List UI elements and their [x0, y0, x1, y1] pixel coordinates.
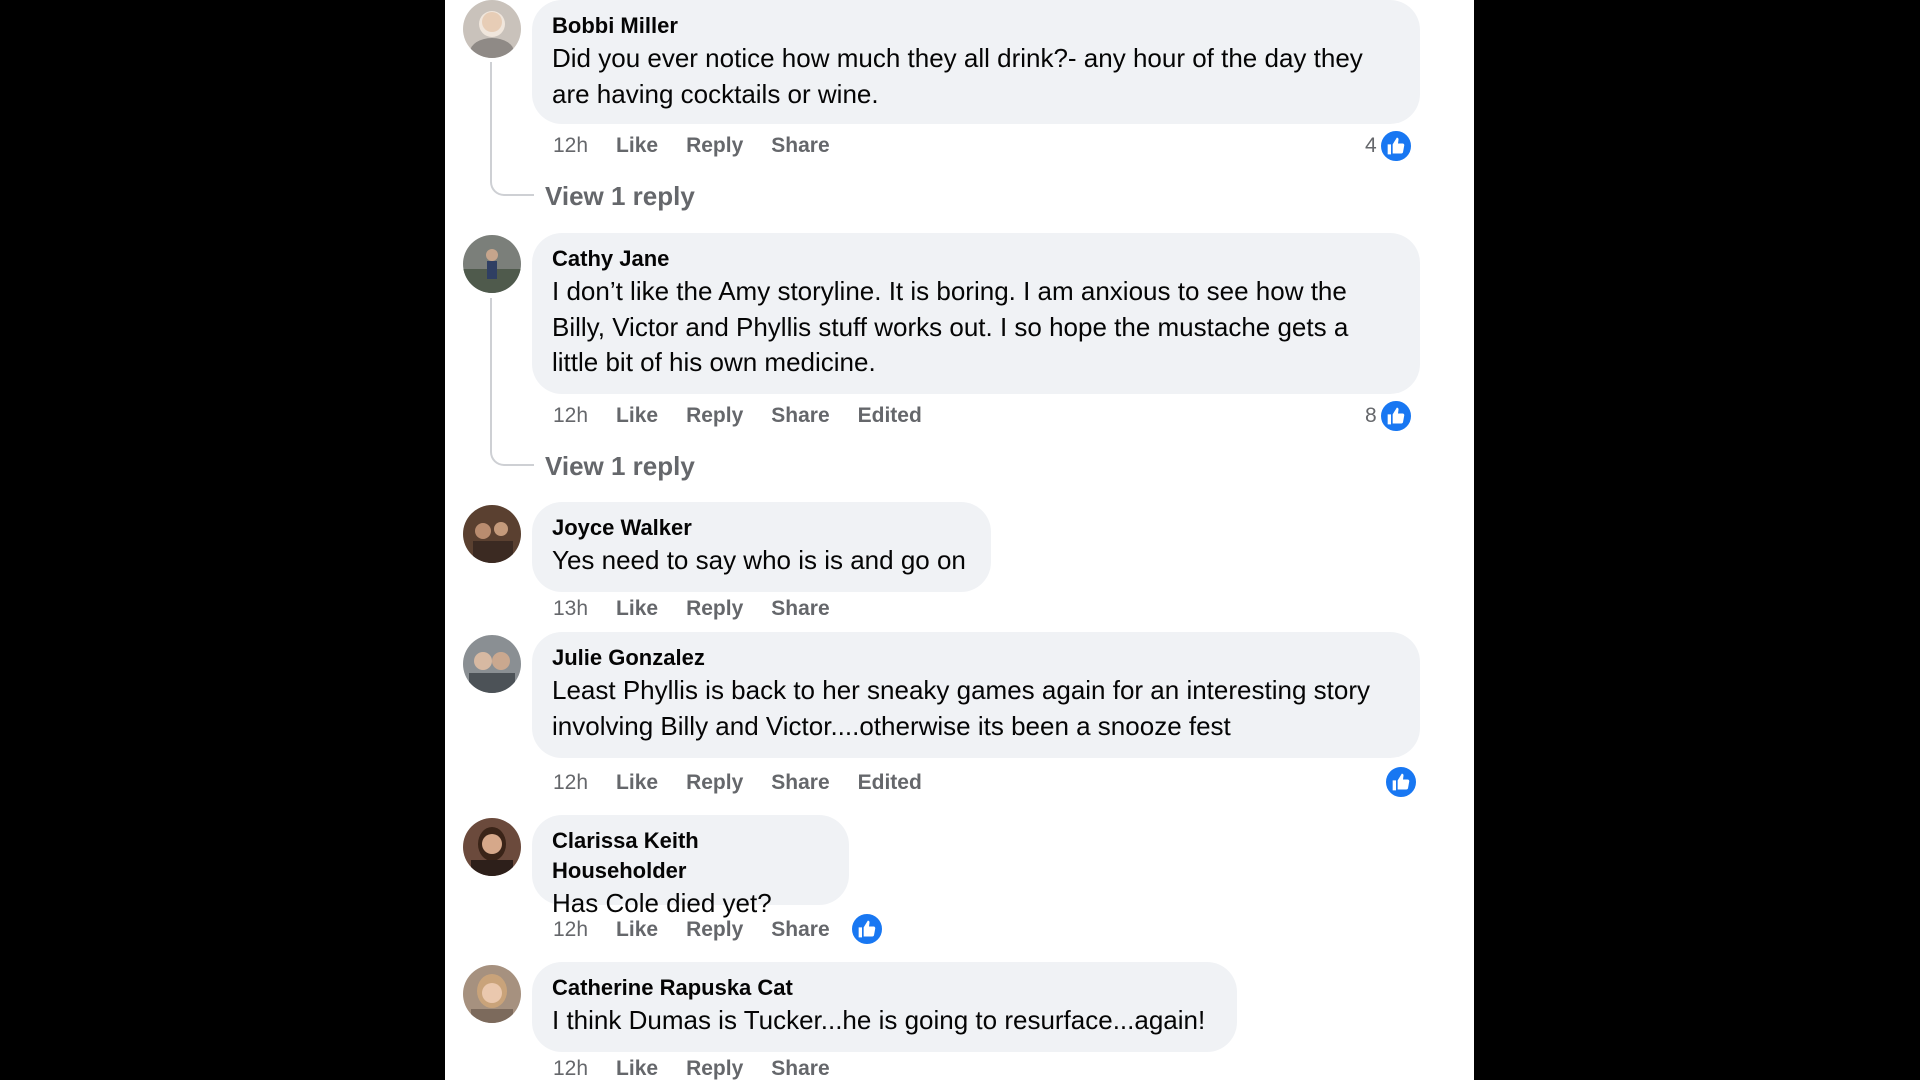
comment-timestamp[interactable]: 13h [553, 597, 588, 621]
reaction-summary[interactable] [1384, 765, 1418, 799]
share-button[interactable]: Share [771, 597, 829, 621]
comment-text: Did you ever notice how much they all dr… [552, 43, 1363, 109]
avatar[interactable] [463, 818, 521, 876]
comment-actions: 12h Like Reply Share [553, 131, 858, 161]
thumbs-up-icon [850, 912, 884, 946]
thread-connector [490, 178, 534, 196]
thread-line [490, 62, 492, 180]
comment-bubble: Clarissa Keith Householder Has Cole died… [532, 815, 849, 918]
comment-text: Least Phyllis is back to her sneaky game… [552, 675, 1370, 741]
thumbs-up-icon [1378, 129, 1413, 163]
comment-timestamp[interactable]: 12h [553, 918, 588, 942]
reaction-count: 8 [1365, 404, 1377, 427]
comment-bubble: Joyce Walker Yes need to say who is is a… [532, 502, 991, 592]
comment-bubble: Bobbi Miller Did you ever notice how muc… [532, 0, 1420, 124]
comment-author[interactable]: Joyce Walker [552, 513, 692, 543]
share-button[interactable]: Share [771, 918, 829, 942]
avatar[interactable] [463, 235, 521, 293]
like-button[interactable]: Like [616, 597, 658, 621]
reaction-summary[interactable] [850, 912, 884, 946]
edited-label: Edited [857, 404, 922, 427]
comment-timestamp[interactable]: 12h [553, 771, 588, 795]
comment-timestamp[interactable]: 12h [553, 404, 588, 428]
like-button[interactable]: Like [616, 918, 658, 942]
comment-bubble: Catherine Rapuska Cat I think Dumas is T… [532, 962, 1237, 1052]
comment-author[interactable]: Julie Gonzalez [552, 643, 705, 673]
view-replies-link[interactable]: View 1 reply [545, 181, 695, 211]
avatar[interactable] [463, 635, 521, 693]
comment-actions: 12h Like Reply Share Edited [553, 401, 950, 431]
comment-text: Yes need to say who is is and go on [552, 545, 966, 575]
comment-bubble: Julie Gonzalez Least Phyllis is back to … [532, 632, 1420, 758]
share-button[interactable]: Share [771, 404, 829, 428]
view-replies-link[interactable]: View 1 reply [545, 451, 695, 481]
edited-label: Edited [857, 771, 922, 794]
comment-author[interactable]: Cathy Jane [552, 244, 669, 274]
reply-button[interactable]: Reply [686, 404, 743, 428]
thumbs-up-icon [1378, 399, 1413, 433]
thread-connector [490, 448, 534, 466]
comment-actions: 12h Like Reply Share [553, 915, 858, 945]
share-button[interactable]: Share [771, 771, 829, 795]
reply-button[interactable]: Reply [686, 134, 743, 158]
comment-timestamp[interactable]: 12h [553, 1057, 588, 1080]
avatar[interactable] [463, 965, 521, 1023]
comment-author[interactable]: Clarissa Keith Householder [552, 826, 829, 886]
comment-text: I don’t like the Amy storyline. It is bo… [552, 276, 1349, 377]
comment-actions: 12h Like Reply Share [553, 1054, 858, 1080]
comment-bubble: Cathy Jane I don’t like the Amy storylin… [532, 233, 1420, 394]
comment-actions: 13h Like Reply Share [553, 594, 858, 624]
share-button[interactable]: Share [771, 1057, 829, 1080]
thread-line [490, 298, 492, 450]
comment-timestamp[interactable]: 12h [553, 134, 588, 158]
comment-text: I think Dumas is Tucker...he is going to… [552, 1005, 1206, 1035]
comment-author[interactable]: Catherine Rapuska Cat [552, 973, 793, 1003]
share-button[interactable]: Share [771, 134, 829, 158]
reply-button[interactable]: Reply [686, 918, 743, 942]
like-button[interactable]: Like [616, 1057, 658, 1080]
avatar[interactable] [463, 0, 521, 58]
thumbs-up-icon [1384, 765, 1418, 799]
reaction-summary[interactable]: 8 [1365, 399, 1413, 433]
comment-actions: 12h Like Reply Share Edited [553, 768, 950, 798]
reaction-count: 4 [1365, 134, 1377, 157]
comments-panel: Bobbi Miller Did you ever notice how muc… [445, 0, 1474, 1080]
reaction-summary[interactable]: 4 [1365, 129, 1413, 163]
avatar[interactable] [463, 505, 521, 563]
comment-author[interactable]: Bobbi Miller [552, 11, 678, 41]
reply-button[interactable]: Reply [686, 597, 743, 621]
like-button[interactable]: Like [616, 404, 658, 428]
reply-button[interactable]: Reply [686, 771, 743, 795]
like-button[interactable]: Like [616, 771, 658, 795]
reply-button[interactable]: Reply [686, 1057, 743, 1080]
like-button[interactable]: Like [616, 134, 658, 158]
